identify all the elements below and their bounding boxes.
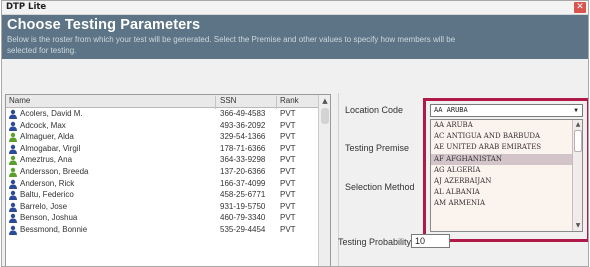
member-name: Andersson, Breeda bbox=[20, 166, 89, 176]
member-rank: PVT bbox=[280, 155, 296, 165]
member-ssn: 931-19-5750 bbox=[220, 201, 266, 211]
dropdown-scrollbar[interactable]: ▲ ▼ bbox=[572, 120, 582, 231]
person-icon bbox=[8, 190, 18, 201]
person-icon bbox=[8, 144, 18, 154]
member-name: Benson, Joshua bbox=[20, 213, 78, 223]
selection-method-label: Selection Method bbox=[345, 182, 415, 192]
member-ssn: 458-25-6771 bbox=[220, 190, 266, 200]
table-row[interactable]: Bessmond, Bonnie 535-29-4454 PVT bbox=[6, 224, 330, 236]
title-bar: DTP Lite ✕ bbox=[2, 1, 588, 15]
member-ssn: 329-54-1366 bbox=[220, 132, 266, 142]
table-body: Acolers, David M. 366-49-4583 PVT Adcock, M… bbox=[6, 108, 330, 236]
member-name: Adcock, Max bbox=[20, 120, 66, 130]
location-option[interactable]: AA ARUBA bbox=[431, 120, 582, 131]
location-option[interactable]: AF AFGHANISTAN bbox=[431, 153, 582, 165]
member-name: Acolers, David M. bbox=[20, 109, 83, 118]
member-rank: PVT bbox=[280, 213, 296, 223]
page-header: Choose Testing Parameters Below is the r… bbox=[2, 15, 588, 59]
person-icon bbox=[8, 213, 18, 224]
table-row[interactable]: Baltu, Federico 458-25-6771 PVT bbox=[6, 189, 330, 201]
scroll-up-icon[interactable]: ▲ bbox=[574, 121, 582, 129]
testing-probability-input[interactable]: 10 bbox=[411, 234, 450, 248]
member-rank: PVT bbox=[280, 224, 296, 234]
testing-probability-label: Testing Probability bbox=[338, 237, 412, 247]
option-list: AA ARUBA AC ANTIGUA AND BARBUDA AE UNITED … bbox=[431, 120, 582, 210]
member-name: Anderson, Rick bbox=[20, 178, 75, 188]
scroll-thumb[interactable] bbox=[321, 108, 329, 124]
close-button[interactable]: ✕ bbox=[574, 2, 586, 13]
table-row[interactable]: Barrelo, Jose 931-19-5750 PVT bbox=[6, 201, 330, 213]
member-name: Barrelo, Jose bbox=[20, 201, 68, 211]
scroll-down-icon[interactable]: ▼ bbox=[574, 222, 582, 230]
scroll-up-icon[interactable]: ▲ bbox=[320, 96, 330, 106]
member-rank: PVT bbox=[280, 143, 296, 153]
table-row[interactable]: Ameztrus, Ana 364-33-9298 PVT bbox=[6, 154, 330, 166]
location-option[interactable]: AE UNITED ARAB EMIRATES bbox=[431, 142, 582, 153]
person-icon bbox=[8, 225, 18, 235]
person-icon bbox=[8, 179, 18, 189]
member-rank: PVT bbox=[280, 109, 296, 118]
person-icon bbox=[8, 202, 18, 212]
column-header-ssn[interactable]: SSN bbox=[220, 96, 236, 105]
location-code-label: Location Code bbox=[345, 105, 404, 115]
location-option[interactable]: AM ARMENIA bbox=[431, 198, 582, 209]
app-window: DTP Lite ✕ Choose Testing Parameters Bel… bbox=[1, 0, 589, 267]
member-ssn: 137-20-6366 bbox=[220, 166, 266, 176]
page-title: Choose Testing Parameters bbox=[7, 17, 201, 33]
table-row[interactable]: Almogabar, Virgil 178-71-6366 PVT bbox=[6, 143, 330, 155]
table-row[interactable]: Almaguer, Alda 329-54-1366 PVT bbox=[6, 131, 330, 143]
person-icon bbox=[8, 132, 18, 143]
member-rank: PVT bbox=[280, 120, 296, 130]
member-rank: PVT bbox=[280, 201, 296, 211]
person-icon bbox=[8, 121, 18, 131]
location-code-value: AA ARUBA bbox=[434, 106, 468, 114]
chevron-down-icon[interactable]: ▼ bbox=[571, 106, 581, 115]
table-row[interactable]: Acolers, David M. 366-49-4583 PVT bbox=[6, 108, 330, 120]
location-option[interactable]: AL ALBANIA bbox=[431, 187, 582, 198]
member-ssn: 178-71-6366 bbox=[220, 143, 266, 153]
member-ssn: 366-49-4583 bbox=[220, 109, 266, 118]
page-description: Below is the roster from which your test… bbox=[7, 35, 456, 55]
member-name: Baltu, Federico bbox=[20, 190, 74, 200]
location-option[interactable]: AG ALGERIA bbox=[431, 165, 582, 176]
member-ssn: 460-79-3340 bbox=[220, 213, 266, 223]
testing-premise-label: Testing Premise bbox=[345, 143, 410, 153]
scroll-thumb[interactable] bbox=[574, 130, 582, 152]
table-row[interactable]: Anderson, Rick 166-37-4099 PVT bbox=[6, 178, 330, 190]
table-row[interactable]: Benson, Joshua 460-79-3340 PVT bbox=[6, 212, 330, 224]
location-code-select[interactable]: AA ARUBA ▼ bbox=[430, 104, 583, 117]
person-icon bbox=[8, 109, 18, 119]
person-icon bbox=[8, 167, 18, 177]
member-name: Bessmond, Bonnie bbox=[20, 224, 88, 234]
table-scrollbar[interactable]: ▲ bbox=[318, 95, 330, 266]
location-code-dropdown-list[interactable]: AA ARUBA AC ANTIGUA AND BARBUDA AE UNITED … bbox=[430, 119, 583, 232]
table-row[interactable]: Adcock, Max 493-36-2092 PVT bbox=[6, 120, 330, 132]
column-header-name[interactable]: Name bbox=[9, 96, 30, 105]
column-header-rank[interactable]: Rank bbox=[280, 96, 299, 105]
member-rank: PVT bbox=[280, 132, 296, 142]
member-rank: PVT bbox=[280, 190, 296, 200]
member-ssn: 493-36-2092 bbox=[220, 120, 266, 130]
member-name: Almaguer, Alda bbox=[20, 132, 74, 142]
member-rank: PVT bbox=[280, 166, 296, 176]
roster-table: Name SSN Rank Acolers, David M. 366-49-45… bbox=[5, 94, 331, 266]
window-title: DTP Lite bbox=[6, 2, 47, 12]
member-ssn: 364-33-9298 bbox=[220, 155, 266, 165]
location-option[interactable]: AJ AZERBAIJAN bbox=[431, 176, 582, 187]
member-name: Ameztrus, Ana bbox=[20, 155, 73, 165]
member-ssn: 535-29-4454 bbox=[220, 224, 266, 234]
member-rank: PVT bbox=[280, 178, 296, 188]
member-name: Almogabar, Virgil bbox=[20, 143, 81, 153]
person-icon bbox=[8, 155, 18, 166]
table-header: Name SSN Rank bbox=[6, 95, 330, 109]
location-option[interactable]: AC ANTIGUA AND BARBUDA bbox=[431, 131, 582, 142]
table-row[interactable]: Andersson, Breeda 137-20-6366 PVT bbox=[6, 166, 330, 178]
member-ssn: 166-37-4099 bbox=[220, 178, 266, 188]
